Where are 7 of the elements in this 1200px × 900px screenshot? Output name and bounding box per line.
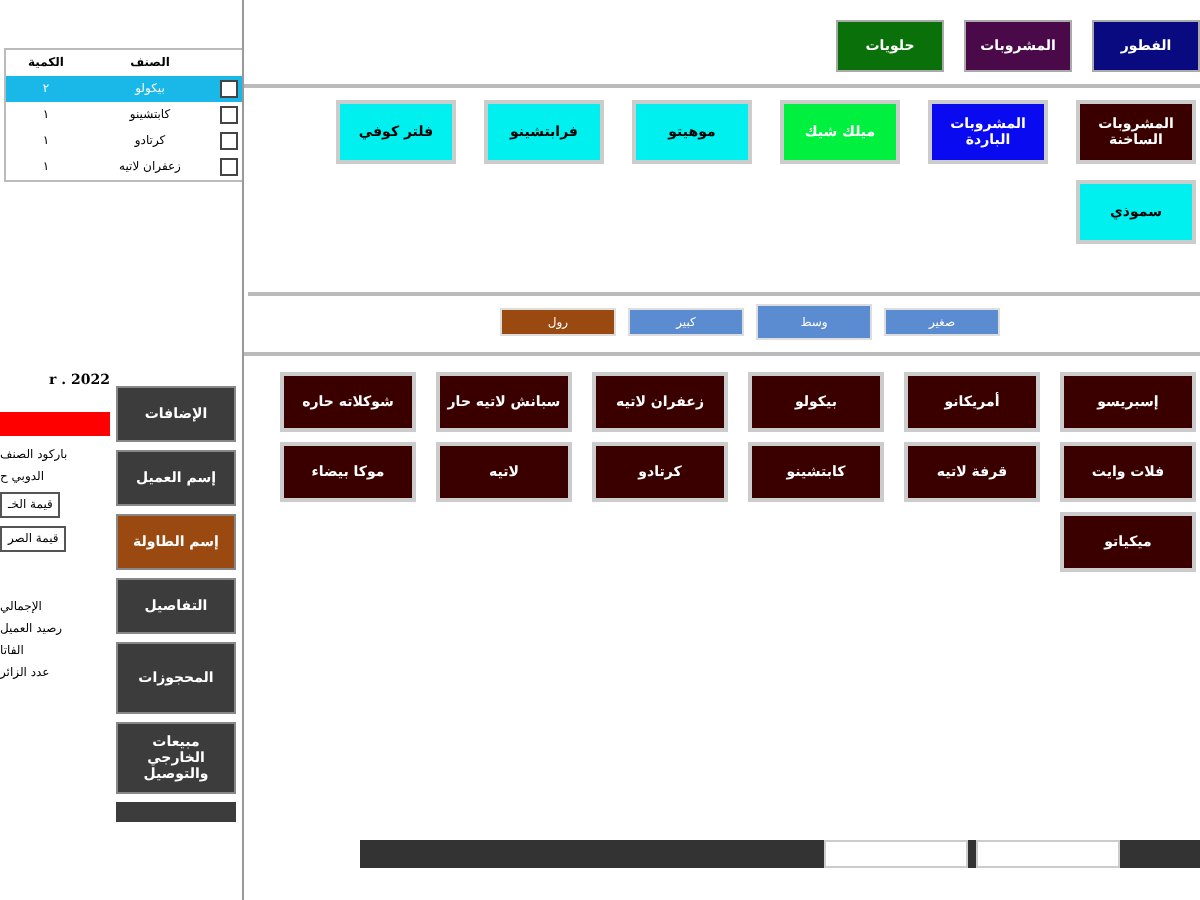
input-field[interactable] [976,840,1120,868]
input-field[interactable] [824,840,968,868]
checkbox[interactable] [219,106,237,124]
checkbox[interactable] [219,80,237,98]
checkbox[interactable] [219,132,237,150]
checkbox[interactable] [219,158,237,176]
alert-bar [0,412,110,436]
